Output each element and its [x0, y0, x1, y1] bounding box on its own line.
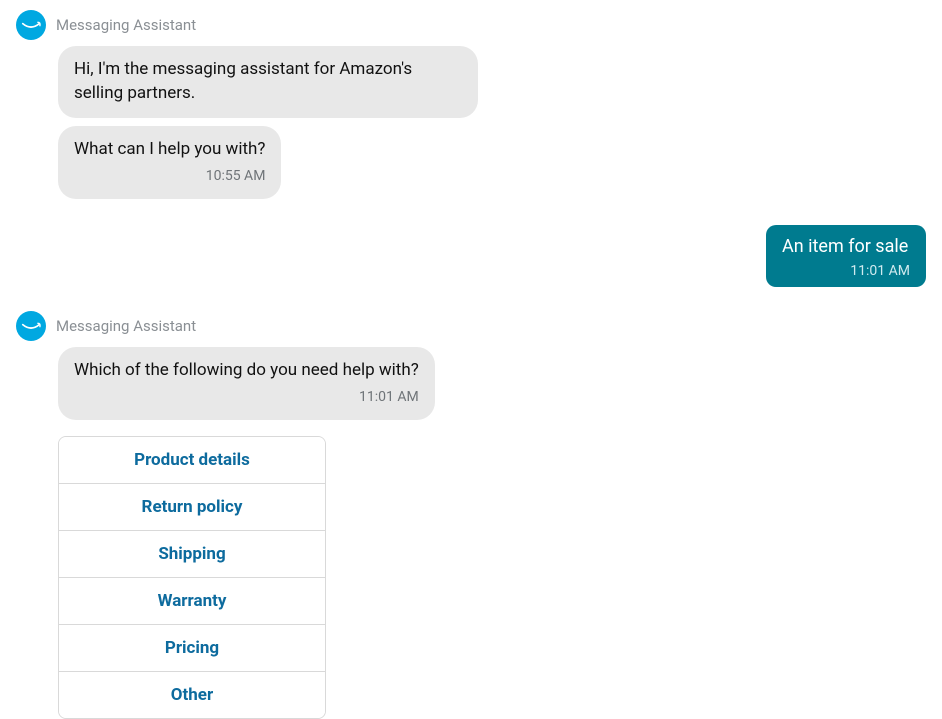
option-product-details[interactable]: Product details — [59, 437, 325, 483]
option-return-policy[interactable]: Return policy — [59, 483, 325, 530]
bot-message-group-1: Hi, I'm the messaging assistant for Amaz… — [16, 46, 926, 207]
amazon-smile-icon — [20, 315, 42, 337]
user-message-row: An item for sale 11:01 AM — [16, 225, 926, 287]
user-bubble: An item for sale 11:01 AM — [766, 225, 926, 287]
user-message-text: An item for sale — [782, 236, 908, 257]
bot-sender-row-1: Messaging Assistant — [16, 10, 926, 40]
bot-sender-name: Messaging Assistant — [56, 16, 196, 34]
bot-message-text: Hi, I'm the messaging assistant for Amaz… — [74, 59, 412, 103]
bot-bubble-prompt: What can I help you with? 10:55 AM — [58, 126, 281, 199]
bot-bubble-intro: Hi, I'm the messaging assistant for Amaz… — [58, 46, 478, 118]
bot-avatar-icon — [16, 10, 46, 40]
message-timestamp: 11:01 AM — [782, 262, 910, 280]
bot-message-group-2: Which of the following do you need help … — [16, 347, 926, 719]
quick-reply-options: Product details Return policy Shipping W… — [58, 436, 326, 719]
message-timestamp: 10:55 AM — [74, 167, 265, 187]
option-warranty[interactable]: Warranty — [59, 577, 325, 624]
message-timestamp: 11:01 AM — [74, 388, 419, 408]
option-pricing[interactable]: Pricing — [59, 624, 325, 671]
option-shipping[interactable]: Shipping — [59, 530, 325, 577]
bot-sender-row-2: Messaging Assistant — [16, 311, 926, 341]
amazon-smile-icon — [20, 14, 42, 36]
bot-bubble-followup: Which of the following do you need help … — [58, 347, 435, 420]
bot-avatar-icon — [16, 311, 46, 341]
bot-message-text: What can I help you with? — [74, 139, 265, 159]
option-other[interactable]: Other — [59, 671, 325, 718]
bot-sender-name: Messaging Assistant — [56, 317, 196, 335]
bot-message-text: Which of the following do you need help … — [74, 360, 419, 380]
